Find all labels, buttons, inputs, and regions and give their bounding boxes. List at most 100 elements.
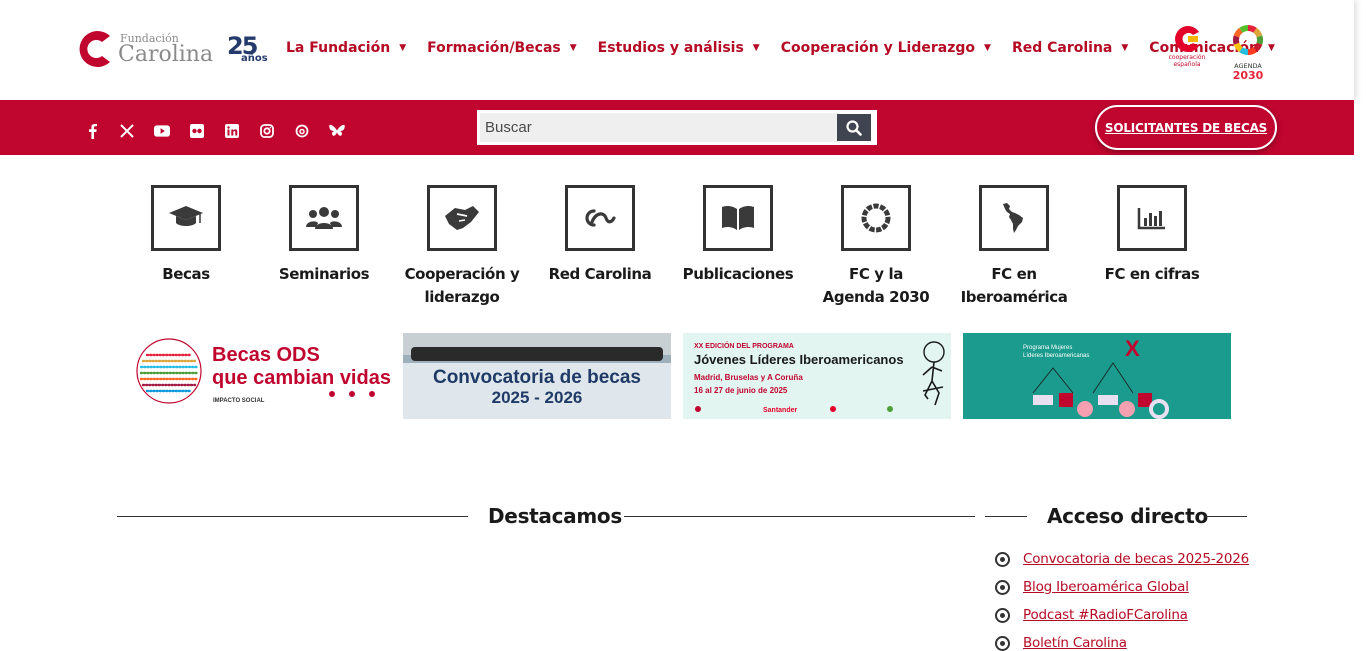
search-icon bbox=[846, 119, 862, 136]
caret-down-icon: ▼ bbox=[1121, 43, 1129, 53]
solicitantes-becas-button[interactable]: SOLICITANTES DE BECAS bbox=[1095, 105, 1277, 150]
tile-icon-box bbox=[427, 185, 497, 251]
bluesky-icon[interactable] bbox=[329, 123, 345, 139]
nav-cooperacion[interactable]: Cooperación y Liderazgo ▼ bbox=[781, 40, 991, 56]
fundacion-carolina-logo[interactable]: Fundación Carolina bbox=[76, 28, 213, 70]
banner1-line2: que cambian vidas bbox=[212, 367, 391, 389]
coop-line2: española bbox=[1173, 61, 1201, 68]
quick-link-boletin[interactable]: Boletín Carolina bbox=[995, 629, 1249, 651]
banner3-title: Jóvenes Líderes Iberoamericanos bbox=[694, 352, 904, 367]
destacamos-title: Destacamos bbox=[488, 504, 622, 528]
mujeres-lideres-graphic: Programa Mujeres Líderes Iberoamericanas… bbox=[963, 333, 1231, 419]
anniversary-logo: 25 años bbox=[227, 34, 271, 66]
nav-label: Formación/Becas bbox=[427, 40, 561, 56]
logo-wordmark: Fundación Carolina bbox=[118, 33, 213, 66]
tile-publicaciones[interactable]: Publicaciones bbox=[678, 185, 798, 286]
divider-line bbox=[985, 516, 1027, 517]
quick-link-label[interactable]: Boletín Carolina bbox=[1023, 635, 1127, 651]
tile-icon-box bbox=[703, 185, 773, 251]
cooperacion-c-icon bbox=[1172, 24, 1202, 54]
tile-label: FC en Iberoamérica bbox=[960, 265, 1068, 306]
search-input[interactable] bbox=[480, 113, 840, 142]
sdg-wheel-icon bbox=[1232, 25, 1264, 55]
quick-link-podcast[interactable]: Podcast #RadioFCarolina bbox=[995, 601, 1249, 629]
anniversary-word: años bbox=[241, 53, 268, 64]
banner3-line2: 16 al 27 de junio de 2025 bbox=[694, 386, 788, 395]
quick-link-label[interactable]: Convocatoria de becas 2025-2026 bbox=[1023, 551, 1249, 567]
tile-becas[interactable]: Becas bbox=[126, 185, 246, 286]
quick-link-label[interactable]: Podcast #RadioFCarolina bbox=[1023, 607, 1188, 623]
search-bar bbox=[477, 110, 877, 145]
banner4-line1: Programa Mujeres bbox=[1023, 345, 1072, 351]
tile-label: Cooperación y liderazgo bbox=[404, 265, 520, 306]
tile-red-carolina[interactable]: Red Carolina bbox=[540, 185, 660, 286]
sdg-wheel-icon bbox=[861, 203, 891, 233]
users-icon bbox=[306, 207, 342, 229]
instagram-icon[interactable] bbox=[259, 123, 275, 139]
radio-bullet-icon bbox=[995, 636, 1010, 651]
banner2-line1: Convocatoria de becas bbox=[433, 367, 641, 388]
banner4-roman: X bbox=[1125, 336, 1140, 361]
banner-jovenes-lideres[interactable]: XX EDICIÓN DEL PROGRAMA Jóvenes Líderes … bbox=[683, 333, 951, 419]
youtube-icon[interactable] bbox=[154, 123, 170, 139]
banner-becas-ods[interactable]: Becas ODS que cambian vidas IMPACTO SOCI… bbox=[123, 333, 391, 419]
graduation-cap-icon bbox=[169, 206, 203, 226]
tile-label: Red Carolina bbox=[548, 265, 652, 283]
tile-icon-box bbox=[289, 185, 359, 251]
banner1-line1: Becas ODS bbox=[212, 344, 320, 366]
radio-bullet-icon bbox=[995, 608, 1010, 623]
tile-icon-box bbox=[979, 185, 1049, 251]
banner3-line1: Madrid, Bruselas y A Coruña bbox=[694, 373, 803, 382]
tile-fc-cifras[interactable]: FC en cifras bbox=[1092, 185, 1212, 286]
divider-line bbox=[1205, 516, 1247, 517]
facebook-icon[interactable] bbox=[84, 123, 100, 139]
coop-line1: cooperación bbox=[1168, 54, 1206, 61]
caret-down-icon: ▼ bbox=[752, 43, 760, 53]
threads-icon[interactable] bbox=[294, 123, 310, 139]
banner4-line2: Líderes Iberoamericanas bbox=[1023, 353, 1089, 359]
nav-label: Estudios y análisis bbox=[597, 40, 744, 56]
divider-line bbox=[624, 516, 975, 517]
nav-la-fundacion[interactable]: La Fundación ▼ bbox=[286, 40, 406, 56]
site-header: Fundación Carolina 25 años La Fundación ▼… bbox=[0, 0, 1354, 100]
logo-c-icon bbox=[76, 28, 112, 70]
nav-formacion-becas[interactable]: Formación/Becas ▼ bbox=[427, 40, 577, 56]
tile-label: Publicaciones bbox=[682, 265, 794, 283]
divider-line bbox=[117, 516, 468, 517]
radio-bullet-icon bbox=[995, 552, 1010, 567]
tile-label: Becas bbox=[162, 265, 210, 283]
cooperacion-espanola-logo[interactable]: cooperación española bbox=[1167, 24, 1207, 76]
quick-link-label[interactable]: Blog Iberoamérica Global bbox=[1023, 579, 1189, 595]
search-button[interactable] bbox=[837, 114, 871, 141]
convocatoria-graphic: Convocatoria de becas 2025 - 2026 bbox=[403, 333, 671, 419]
nav-red-carolina[interactable]: Red Carolina ▼ bbox=[1012, 40, 1128, 56]
logo-big-text: Carolina bbox=[118, 41, 214, 67]
nav-label: Red Carolina bbox=[1011, 40, 1113, 56]
tile-seminarios[interactable]: Seminarios bbox=[264, 185, 384, 286]
quick-link-convocatoria[interactable]: Convocatoria de becas 2025-2026 bbox=[995, 545, 1249, 573]
social-links bbox=[84, 123, 364, 139]
banner3-sponsor: Santander bbox=[763, 407, 798, 414]
flickr-icon[interactable] bbox=[189, 123, 205, 139]
agenda-line2: 2030 bbox=[1232, 69, 1264, 82]
tile-cooperacion[interactable]: Cooperación y liderazgo bbox=[402, 185, 522, 309]
bar-chart-icon bbox=[1137, 208, 1165, 230]
tile-icon-box bbox=[841, 185, 911, 251]
tile-iberoamerica[interactable]: FC en Iberoamérica bbox=[954, 185, 1074, 309]
x-icon[interactable] bbox=[119, 123, 135, 139]
linkedin-icon[interactable] bbox=[224, 123, 240, 139]
main-nav: La Fundación ▼ Formación/Becas ▼ Estudios … bbox=[286, 40, 1275, 56]
utility-bar: SOLICITANTES DE BECAS bbox=[0, 100, 1354, 155]
quick-link-blog[interactable]: Blog Iberoamérica Global bbox=[995, 573, 1249, 601]
banner-mujeres-lideres[interactable]: Programa Mujeres Líderes Iberoamericanas… bbox=[963, 333, 1231, 419]
radio-bullet-icon bbox=[995, 580, 1010, 595]
tile-icon-box bbox=[565, 185, 635, 251]
tile-label: FC en cifras bbox=[1104, 265, 1200, 283]
agenda-2030-logo[interactable]: AGENDA 2030 bbox=[1228, 24, 1268, 82]
tile-agenda-2030[interactable]: FC y la Agenda 2030 bbox=[816, 185, 936, 309]
nav-estudios[interactable]: Estudios y análisis ▼ bbox=[598, 40, 760, 56]
book-icon bbox=[722, 205, 754, 230]
quick-access-list: Convocatoria de becas 2025-2026 Blog Ibe… bbox=[995, 545, 1249, 651]
banner-convocatoria[interactable]: Convocatoria de becas 2025 - 2026 bbox=[403, 333, 671, 419]
handshake-icon bbox=[445, 206, 479, 230]
